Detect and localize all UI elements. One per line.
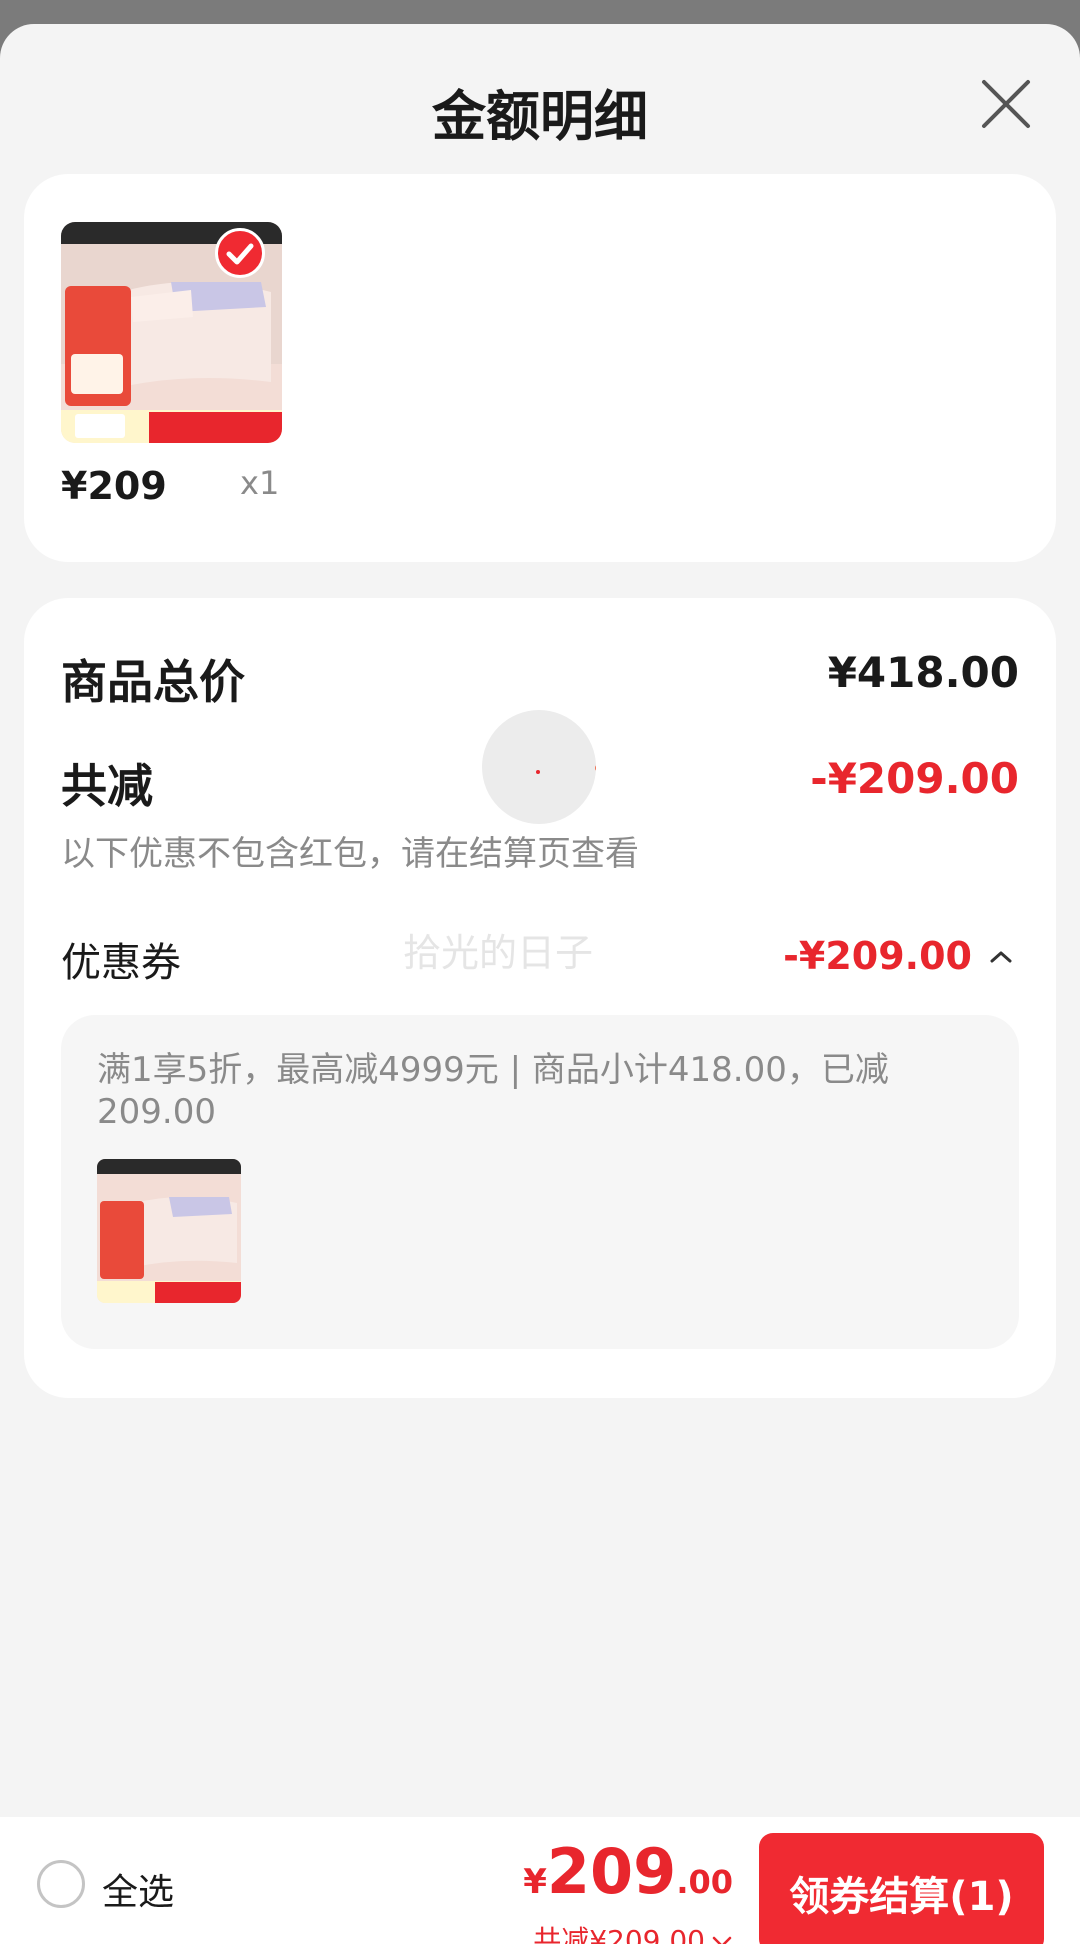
select-all-label[interactable]: 全选	[102, 1863, 174, 1915]
chevron-up-icon[interactable]	[986, 942, 1016, 972]
footer-total-int: 209	[546, 1835, 677, 1908]
total-price-label: 商品总价	[61, 655, 245, 709]
checkmark-icon[interactable]	[215, 228, 265, 278]
product-card: ¥209 x1	[24, 174, 1056, 562]
footer-saved[interactable]: 共减¥209.00	[533, 1919, 733, 1944]
close-icon[interactable]	[978, 76, 1034, 132]
checkout-button[interactable]: 领券结算(1)	[759, 1833, 1044, 1944]
amount-detail-sheet: 金额明细 ¥209 x1 商品总价 ¥418.00 共减 -¥209.00 以下…	[0, 24, 1080, 1944]
footer-total: ¥209.00	[523, 1835, 733, 1908]
sheet-title: 金额明细	[432, 85, 648, 148]
product-thumbnail	[97, 1159, 241, 1303]
footer-total-dec: .00	[676, 1863, 733, 1901]
coupon-value[interactable]: -¥209.00	[783, 934, 972, 978]
watermark-text: 拾光的日子	[403, 931, 594, 975]
chevron-down-icon[interactable]	[711, 1935, 733, 1944]
footer-saved-text: 共减¥209.00	[533, 1924, 705, 1944]
discount-note: 以下优惠不包含红包，请在结算页查看	[61, 834, 639, 874]
total-price-value: ¥418.00	[827, 648, 1019, 697]
select-all-radio[interactable]	[37, 1860, 85, 1908]
coupon-detail-text: 满1享5折，最高减4999元 | 商品小计418.00，已减209.00	[97, 1050, 889, 1132]
discount-value: -¥209.00	[810, 754, 1019, 803]
coupon-label: 优惠券	[61, 940, 181, 986]
product-quantity: x1	[240, 464, 280, 502]
product-price: ¥209	[61, 464, 167, 508]
footer-total-currency: ¥	[523, 1862, 547, 1902]
coupon-detail-panel: 满1享5折，最高减4999元 | 商品小计418.00，已减209.00	[61, 1015, 1019, 1349]
checkout-bar: 全选 ¥209.00 共减¥209.00 领券结算(1)	[0, 1817, 1080, 1944]
discount-label: 共减	[61, 759, 153, 813]
loading-spinner	[472, 710, 603, 824]
